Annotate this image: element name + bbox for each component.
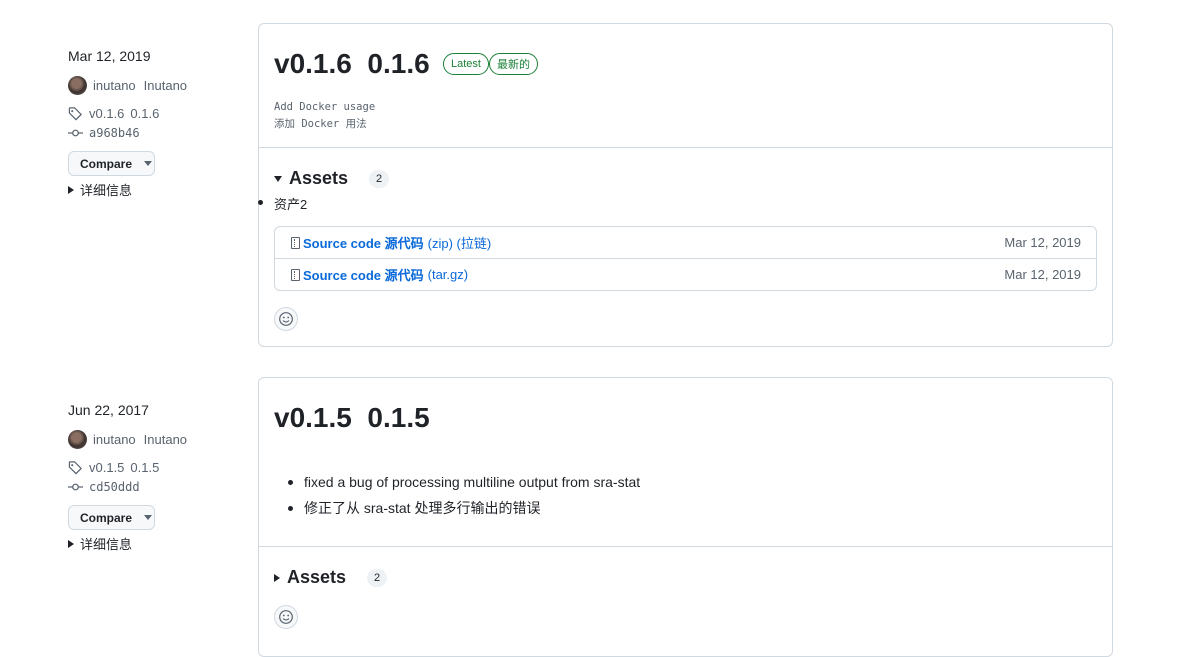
latest-badge-translated: 最新的	[488, 53, 538, 75]
note-line: 添加 Docker 用法	[274, 118, 367, 130]
release-tag[interactable]: v0.1.6 0.1.6	[68, 106, 159, 121]
release-card: v0.1.5 0.1.5 fixed a bug of processing m…	[258, 377, 1113, 657]
asset-link[interactable]: Source code 源代码	[303, 265, 424, 284]
file-zip-icon	[291, 268, 300, 281]
release-author[interactable]: inutano Inutano	[68, 76, 187, 95]
add-reaction-button[interactable]	[274, 605, 298, 629]
triangle-right-icon	[274, 573, 280, 582]
list-item: 修正了从 sra-stat 处理多行输出的错误	[287, 495, 640, 521]
assets-label: Assets	[287, 567, 347, 587]
assets-toggle[interactable]: Assets 2	[274, 567, 388, 588]
tag-icon	[68, 107, 82, 121]
release-v0-1-6: Mar 12, 2019 inutano Inutano v0.1.6 0.1.…	[0, 23, 1185, 348]
assets-label: Assets	[289, 168, 349, 188]
commit-icon	[68, 483, 83, 491]
triangle-right-icon	[68, 539, 74, 548]
asset-date: Mar 12, 2019	[1004, 267, 1081, 282]
asset-ext[interactable]: (zip) (拉链)	[428, 233, 492, 252]
caret-down-icon	[144, 515, 153, 520]
release-date: Jun 22, 2017	[68, 402, 149, 418]
divider	[259, 147, 1112, 148]
author-name: Inutano	[143, 78, 188, 93]
compare-button[interactable]: Compare	[68, 505, 155, 530]
assets-sub-text: 资产2	[274, 197, 308, 212]
assets-list: Source code 源代码 (zip) (拉链) Mar 12, 2019 …	[274, 226, 1097, 291]
commit-hash[interactable]: a968b46	[89, 126, 140, 140]
asset-row[interactable]: Source code 源代码 (zip) (拉链) Mar 12, 2019	[275, 227, 1096, 258]
details-toggle[interactable]: 详细信息	[68, 180, 132, 199]
author-name: Inutano	[143, 432, 188, 447]
compare-button[interactable]: Compare	[68, 151, 155, 176]
asset-ext[interactable]: (tar.gz)	[428, 267, 468, 282]
asset-link[interactable]: Source code 源代码	[303, 233, 424, 252]
assets-toggle[interactable]: Assets 2	[274, 168, 390, 189]
commit-icon	[68, 129, 83, 137]
latest-badge: Latest	[443, 53, 489, 75]
asset-date: Mar 12, 2019	[1004, 235, 1081, 250]
details-label: 详细信息	[80, 183, 133, 198]
compare-label: Compare	[80, 510, 133, 525]
release-notes: Add Docker usage 添加 Docker 用法	[274, 99, 375, 133]
details-label: 详细信息	[80, 537, 133, 552]
tag-name[interactable]: v0.1.6	[89, 106, 124, 121]
caret-down-icon	[144, 161, 153, 166]
bullet-dot	[258, 200, 263, 205]
author-login[interactable]: inutano	[93, 78, 136, 93]
release-notes: fixed a bug of processing multiline outp…	[287, 469, 640, 521]
asset-row[interactable]: Source code 源代码 (tar.gz) Mar 12, 2019	[275, 258, 1096, 290]
triangle-right-icon	[68, 185, 74, 194]
smiley-icon	[279, 610, 293, 624]
release-commit[interactable]: a968b46	[68, 126, 140, 140]
release-title[interactable]: v0.1.5 0.1.5	[274, 402, 430, 434]
release-date: Mar 12, 2019	[68, 48, 151, 64]
release-v0-1-5: Jun 22, 2017 inutano Inutano v0.1.5 0.1.…	[0, 377, 1185, 657]
author-login[interactable]: inutano	[93, 432, 136, 447]
smiley-icon	[279, 312, 293, 326]
assets-count: 2	[367, 568, 388, 587]
release-title[interactable]: v0.1.6 0.1.6	[274, 48, 430, 80]
compare-label: Compare	[80, 156, 133, 171]
divider	[259, 546, 1112, 547]
list-item: fixed a bug of processing multiline outp…	[287, 469, 640, 495]
commit-hash[interactable]: cd50ddd	[89, 480, 140, 494]
assets-sublabel: 资产2	[258, 194, 308, 213]
release-badges: Latest 最新的	[443, 53, 538, 75]
tag-alt: 0.1.6	[130, 106, 160, 121]
note-line: Add Docker usage	[274, 101, 376, 113]
release-card: v0.1.6 0.1.6 Latest 最新的 Add Docker usage…	[258, 23, 1113, 347]
tag-alt: 0.1.5	[130, 460, 160, 475]
release-tag[interactable]: v0.1.5 0.1.5	[68, 460, 159, 475]
avatar[interactable]	[68, 430, 87, 449]
avatar[interactable]	[68, 76, 87, 95]
release-author[interactable]: inutano Inutano	[68, 430, 187, 449]
details-toggle[interactable]: 详细信息	[68, 534, 132, 553]
tag-icon	[68, 461, 82, 475]
assets-count: 2	[369, 169, 390, 188]
triangle-down-icon	[274, 175, 282, 182]
file-zip-icon	[291, 236, 300, 249]
release-commit[interactable]: cd50ddd	[68, 480, 140, 494]
add-reaction-button[interactable]	[274, 307, 298, 331]
tag-name[interactable]: v0.1.5	[89, 460, 124, 475]
